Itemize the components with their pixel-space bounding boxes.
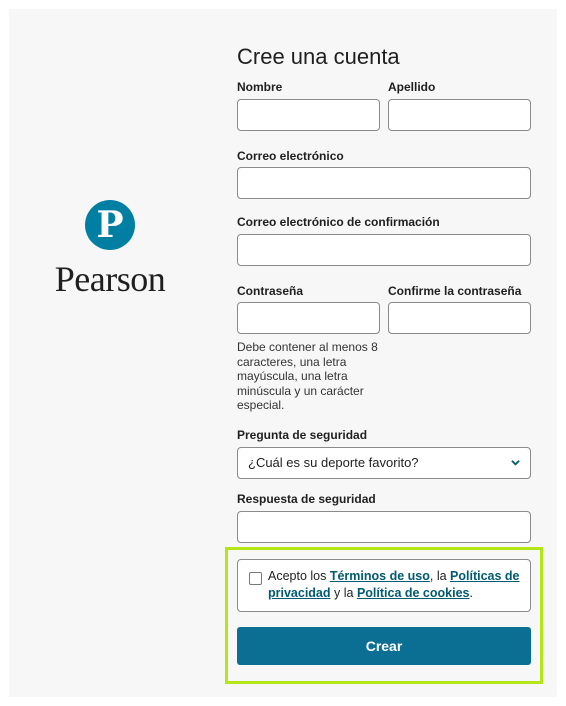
create-account-button[interactable]: Crear bbox=[237, 627, 531, 665]
cookie-policy-link[interactable]: Política de cookies bbox=[357, 586, 470, 600]
security-answer-label: Respuesta de seguridad bbox=[237, 492, 376, 506]
first-name-input[interactable] bbox=[237, 99, 380, 131]
chevron-down-icon bbox=[511, 460, 520, 466]
last-name-input[interactable] bbox=[388, 99, 531, 131]
security-answer-input[interactable] bbox=[237, 511, 531, 543]
password-confirm-label: Confirme la contraseña bbox=[388, 284, 522, 298]
last-name-label: Apellido bbox=[388, 80, 436, 94]
password-confirm-input[interactable] bbox=[388, 302, 531, 334]
terms-suffix: . bbox=[469, 586, 473, 600]
security-question-label: Pregunta de seguridad bbox=[237, 428, 368, 442]
security-question-value: ¿Cuál es su deporte favorito? bbox=[248, 455, 419, 470]
password-input[interactable] bbox=[237, 302, 380, 334]
email-input[interactable] bbox=[237, 167, 531, 199]
password-label: Contraseña bbox=[237, 284, 304, 298]
terms-of-use-link[interactable]: Términos de uso bbox=[330, 569, 430, 583]
brand-name: Pearson bbox=[54, 259, 166, 299]
terms-checkbox[interactable] bbox=[249, 572, 262, 585]
pearson-logo: P Pearson bbox=[40, 200, 180, 300]
terms-text: Acepto los Términos de uso, la Políticas… bbox=[268, 568, 523, 602]
terms-prefix: Acepto los bbox=[268, 569, 330, 583]
terms-sep-2: y la bbox=[330, 586, 357, 600]
terms-sep-1: , la bbox=[429, 569, 451, 583]
email-confirm-input[interactable] bbox=[237, 234, 531, 266]
pearson-mark-icon: P bbox=[85, 200, 135, 250]
terms-box: Acepto los Términos de uso, la Políticas… bbox=[237, 559, 531, 612]
password-hint: Debe contener al menos 8 caracteres, una… bbox=[237, 340, 378, 412]
security-question-select[interactable]: ¿Cuál es su deporte favorito? bbox=[237, 447, 531, 479]
email-confirm-label: Correo electrónico de confirmación bbox=[237, 215, 440, 229]
page-title: Cree una cuenta bbox=[237, 44, 400, 69]
first-name-label: Nombre bbox=[237, 80, 283, 94]
email-label: Correo electrónico bbox=[237, 149, 344, 163]
